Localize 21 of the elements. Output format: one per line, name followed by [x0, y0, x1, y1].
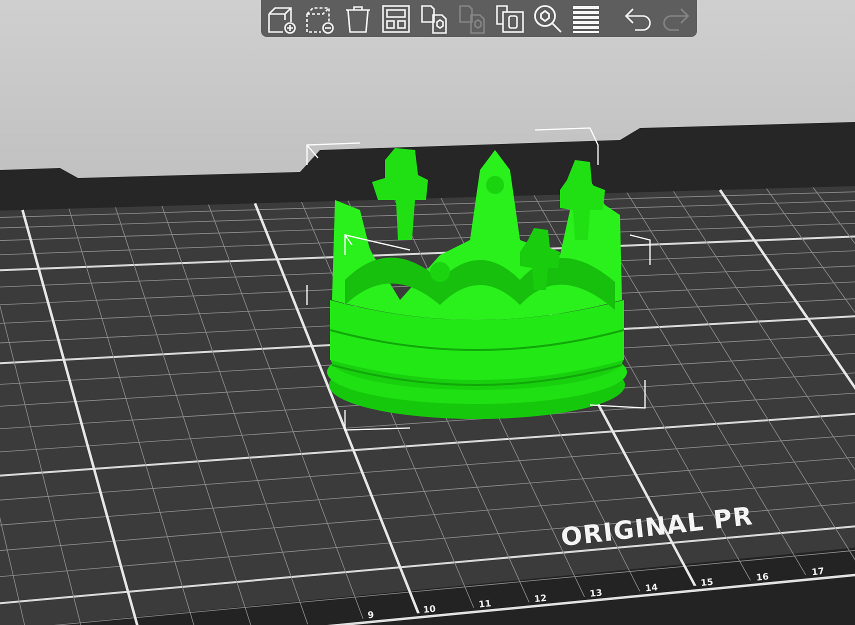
- search-button[interactable]: [531, 2, 564, 35]
- layout-grid-icon: [380, 4, 410, 34]
- undo-icon: [622, 6, 652, 32]
- ruler-label: 11: [478, 599, 492, 610]
- copy-icon: [418, 4, 448, 34]
- instances-button[interactable]: [493, 2, 526, 35]
- bed-label: ORIGINAL PR: [559, 501, 755, 552]
- ruler-label: 12: [534, 594, 548, 606]
- paste-icon: [456, 4, 486, 34]
- redo-icon: [660, 6, 690, 32]
- ruler-label: 15: [700, 578, 714, 589]
- arrange-button[interactable]: [379, 2, 412, 35]
- ruler-label: 16: [756, 572, 770, 584]
- ruler-label: 14: [644, 583, 658, 594]
- ruler-label: 9: [367, 610, 375, 622]
- ruler-label: 13: [589, 588, 603, 600]
- stripes-icon: [570, 4, 600, 34]
- stacked-squares-icon: [494, 4, 524, 34]
- ruler-label: 17: [811, 566, 825, 578]
- search-icon: [532, 4, 562, 34]
- ruler-label: 10: [422, 604, 436, 616]
